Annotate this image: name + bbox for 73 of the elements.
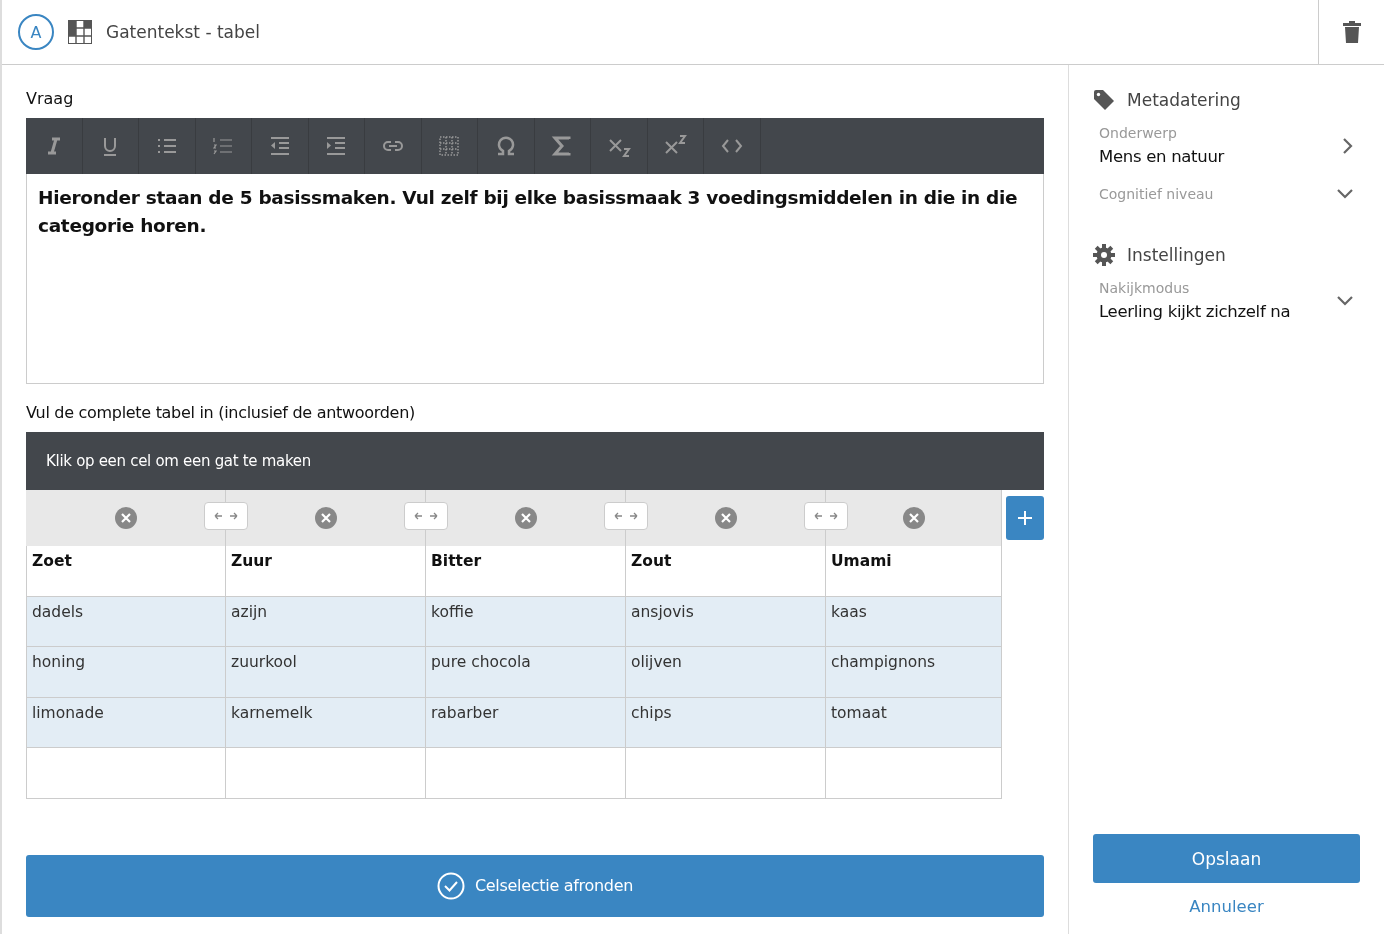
chevron-down-icon [1336,188,1354,200]
section-title: Metadatering [1127,90,1241,110]
cancel-link[interactable]: Annuleer [1093,897,1360,916]
table-cell[interactable]: chips [626,697,826,748]
table-cell[interactable]: dadels [26,596,226,647]
close-icon [114,507,137,529]
field-label: Cognitief niveau [1099,186,1214,202]
field-label: Nakijkmodus [1099,280,1191,296]
table-cell[interactable] [826,748,1002,799]
remove-column-button[interactable] [714,507,737,529]
resize-arrows-icon [814,511,838,521]
tag-icon [1093,89,1115,111]
table-cell[interactable]: ansjovis [626,596,826,647]
resize-handle[interactable] [604,502,648,530]
field-label: Onderwerp [1099,125,1178,141]
close-icon [902,507,925,529]
hint-text: Klik op een cel om een gat te maken [46,452,311,470]
gear-icon [1093,244,1115,266]
table-cell[interactable]: karnemelk [226,697,426,748]
header-cell[interactable]: Umami [826,546,1002,597]
trash-icon [1342,21,1361,43]
header-cell[interactable]: Zoet [26,546,226,597]
resize-handle[interactable] [404,502,448,530]
page-title: Gatentekst - tabel [106,22,260,42]
question-text: Hieronder staan de 5 basissmaken. Vul zelf bij elke basissmaak 3 voedingsmiddelen in die in die categorie horen. [38,186,1019,238]
table-cell[interactable] [626,748,826,799]
table-cell[interactable]: tomaat [826,697,1002,748]
resize-handle[interactable] [804,502,848,530]
chevron-down-icon [1336,294,1354,307]
resize-arrows-icon [214,511,238,521]
remove-column-button[interactable] [314,507,337,529]
table-cell[interactable]: honing [26,647,226,698]
table-cell[interactable]: koffie [426,596,626,647]
field-value: Leerling kijkt zichzelf na [1099,302,1291,321]
table-cell[interactable]: olijven [626,647,826,698]
plus-icon [1017,510,1033,526]
table-icon [437,134,462,158]
avatar-badge: A [18,14,54,50]
remove-column-button[interactable] [902,507,925,529]
resize-arrows-icon [614,511,638,521]
table-cell[interactable] [26,748,226,799]
finish-selection-button[interactable]: Celselectie afronden [26,854,1044,917]
section-title: Instellingen [1127,245,1226,265]
metadata-field[interactable]: Onderwerp Mens en natuur [1093,121,1360,182]
resize-arrows-icon [414,511,438,521]
field-value: Mens en natuur [1099,147,1225,166]
table-cell[interactable]: kaas [826,596,1002,647]
table-icon [68,20,92,44]
close-icon [314,507,337,529]
question-editor[interactable]: Hieronder staan de 5 basissmaken. Vul zelf bij elke basissmaak 3 voedingsmiddelen in die in die categorie horen. [26,174,1044,384]
add-column-button[interactable] [1006,496,1044,540]
metadata-field[interactable]: Nakijkmodus Leerling kijkt zichzelf na [1093,276,1360,337]
header-cell[interactable]: Zout [626,546,826,597]
table-cell[interactable]: pure chocola [426,647,626,698]
question-label: Vraag [26,89,75,108]
chevron-right-icon [1342,136,1354,155]
table-cell[interactable]: zuurkool [226,647,426,698]
remove-column-button[interactable] [514,507,537,529]
header-cell[interactable]: Zuur [226,546,426,597]
close-icon [514,507,537,529]
header-cell[interactable]: Bitter [426,546,626,597]
remove-column-button[interactable] [114,507,137,529]
table-label: Vul de complete tabel in (inclusief de antwoorden) [26,403,416,422]
table-cell[interactable] [426,748,626,799]
table-cell[interactable]: azijn [226,596,426,647]
table-cell[interactable]: rabarber [426,697,626,748]
table-cell[interactable]: limonade [26,697,226,748]
close-icon [714,507,737,529]
resize-handle[interactable] [204,502,248,530]
check-circle-icon [436,871,465,900]
table-cell[interactable]: champignons [826,647,1002,698]
table-cell[interactable] [226,748,426,799]
save-button[interactable]: Opslaan [1093,834,1360,883]
